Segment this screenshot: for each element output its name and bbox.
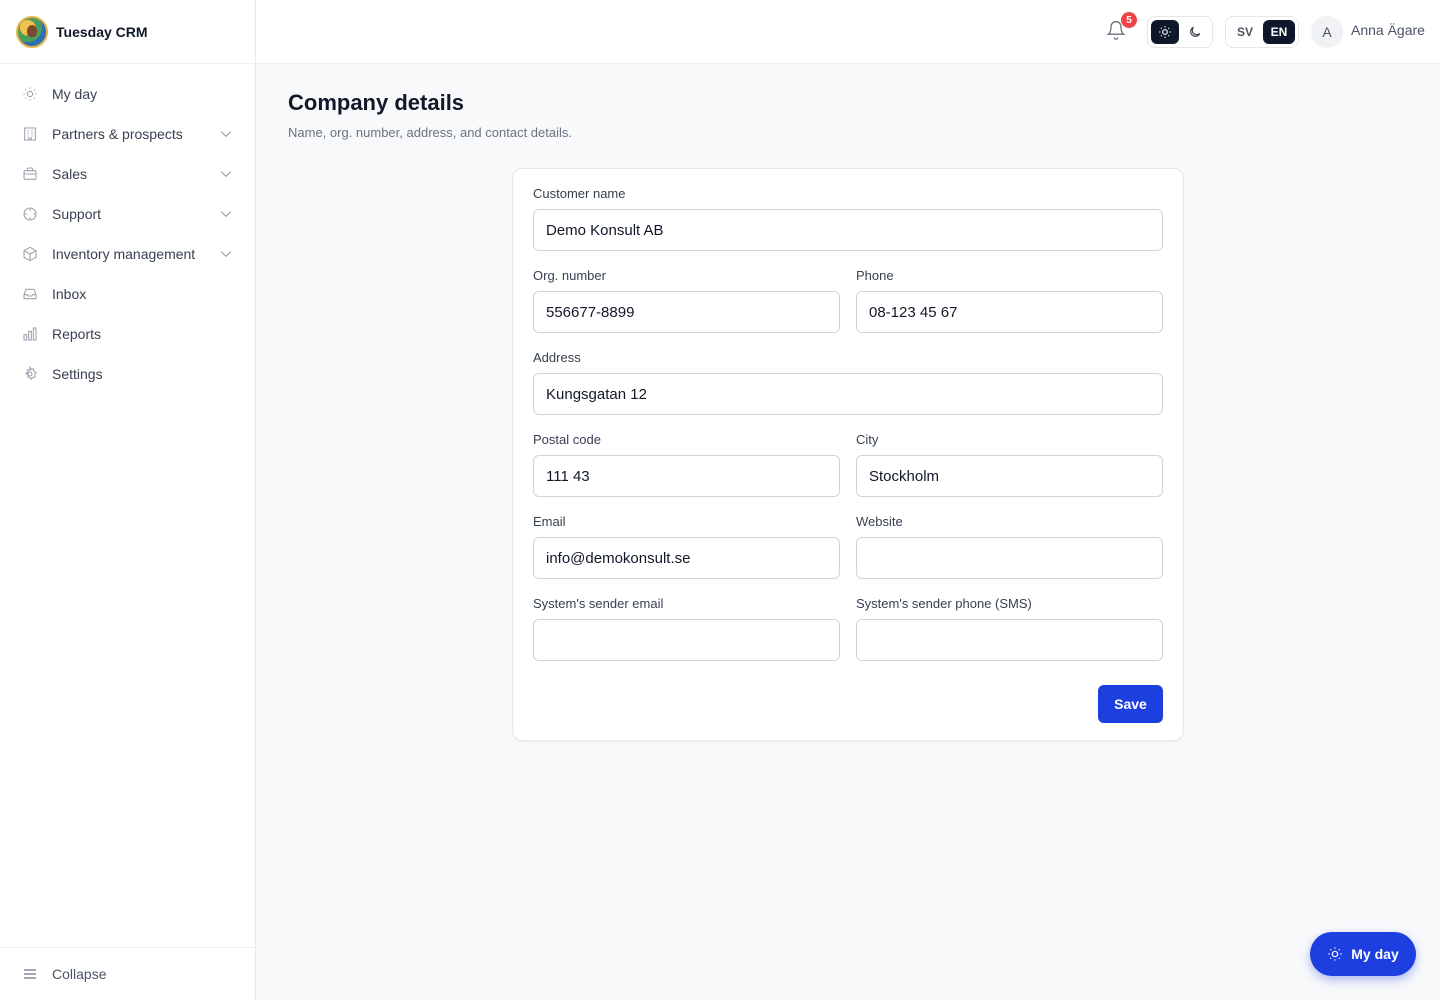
website-input[interactable]: [856, 537, 1163, 579]
collapse-label: Collapse: [52, 966, 107, 982]
sidebar-item-label: Support: [52, 206, 102, 222]
company-details-form: Customer name Org. number Phone Address …: [512, 168, 1184, 741]
customer-name-input[interactable]: [533, 209, 1163, 251]
avatar[interactable]: A: [1311, 16, 1343, 48]
sidebar-item-partners[interactable]: Partners & prospects: [0, 114, 255, 154]
sidebar-item-label: Reports: [52, 326, 102, 342]
sidebar-item-reports[interactable]: Reports: [0, 314, 255, 354]
sender-phone-input[interactable]: [856, 619, 1163, 661]
city-label: City: [856, 432, 879, 447]
sender-email-label: System's sender email: [533, 596, 664, 611]
app-name: Tuesday CRM: [56, 23, 148, 40]
page-subtitle: Name, org. number, address, and contact …: [288, 125, 572, 140]
address-input[interactable]: [533, 373, 1163, 415]
sidebar-item-label: Inbox: [52, 286, 87, 302]
sidebar-nav: My day Partners & prospects Sales Suppor…: [0, 64, 255, 394]
phone-input[interactable]: [856, 291, 1163, 333]
postal-code-label: Postal code: [533, 432, 601, 447]
email-input[interactable]: [533, 537, 840, 579]
chevron-down-icon[interactable]: [219, 207, 233, 221]
save-button[interactable]: Save: [1098, 685, 1163, 723]
bar-chart-icon: [21, 325, 39, 343]
brand[interactable]: Tuesday CRM: [0, 0, 255, 64]
email-label: Email: [533, 514, 566, 529]
inbox-icon: [21, 285, 39, 303]
sidebar-item-settings[interactable]: Settings: [0, 354, 255, 394]
fab-label: My day: [1351, 946, 1399, 962]
sidebar: Tuesday CRM My day Partners & prospects …: [0, 0, 256, 1000]
chevron-down-icon[interactable]: [219, 247, 233, 261]
sun-icon: [21, 85, 39, 103]
website-label: Website: [856, 514, 903, 529]
top-bar: 5 SV EN A Anna Ägare: [256, 0, 1440, 64]
collapse-button[interactable]: Collapse: [0, 947, 255, 1000]
sun-icon: [1158, 25, 1172, 39]
box-icon: [21, 245, 39, 263]
org-number-label: Org. number: [533, 268, 606, 283]
sidebar-item-label: Partners & prospects: [52, 126, 183, 142]
sidebar-item-label: My day: [52, 86, 98, 102]
menu-icon: [21, 965, 39, 983]
sidebar-item-sales[interactable]: Sales: [0, 154, 255, 194]
lang-sv-button[interactable]: SV: [1229, 20, 1261, 44]
sidebar-item-inventory[interactable]: Inventory management: [0, 234, 255, 274]
light-theme-button[interactable]: [1151, 20, 1179, 44]
postal-code-input[interactable]: [533, 455, 840, 497]
sidebar-item-label: Sales: [52, 166, 88, 182]
sender-phone-label: System's sender phone (SMS): [856, 596, 1032, 611]
dark-theme-button[interactable]: [1181, 20, 1209, 44]
sidebar-item-inbox[interactable]: Inbox: [0, 274, 255, 314]
city-input[interactable]: [856, 455, 1163, 497]
app-logo: [16, 15, 48, 48]
sidebar-item-my-day[interactable]: My day: [0, 74, 255, 114]
sidebar-item-label: Inventory management: [52, 246, 196, 262]
address-label: Address: [533, 350, 581, 365]
chevron-down-icon[interactable]: [219, 127, 233, 141]
theme-toggle: [1147, 16, 1213, 48]
phone-label: Phone: [856, 268, 894, 283]
sender-email-input[interactable]: [533, 619, 840, 661]
chevron-down-icon[interactable]: [219, 167, 233, 181]
language-switcher: SV EN: [1225, 16, 1299, 48]
briefcase-icon: [21, 165, 39, 183]
lang-en-button[interactable]: EN: [1263, 20, 1295, 44]
sun-icon: [1327, 946, 1343, 962]
building-icon: [21, 125, 39, 143]
notification-badge: 5: [1121, 12, 1137, 28]
user-name[interactable]: Anna Ägare: [1351, 22, 1425, 38]
page-title: Company details: [288, 90, 465, 115]
sidebar-item-support[interactable]: Support: [0, 194, 255, 234]
lifebuoy-icon: [21, 205, 39, 223]
org-number-input[interactable]: [533, 291, 840, 333]
gear-icon: [21, 365, 39, 383]
sidebar-item-label: Settings: [52, 366, 103, 382]
moon-icon: [1188, 25, 1202, 39]
customer-name-label: Customer name: [533, 186, 626, 201]
my-day-fab[interactable]: My day: [1310, 932, 1416, 976]
